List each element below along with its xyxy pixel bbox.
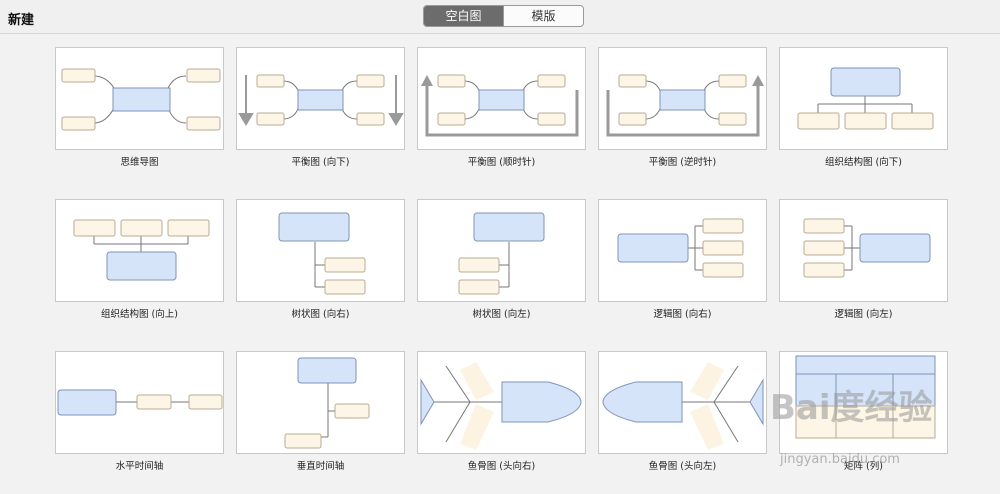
vertical-timeline-icon [284, 357, 370, 449]
template-label: 平衡图 (顺时针) [467, 157, 536, 168]
logic-right-icon [617, 218, 744, 278]
balance-clockwise-thumbnail[interactable] [417, 47, 586, 150]
template-tile[interactable]: 鱼骨图 (头向左) [598, 351, 767, 472]
horizontal-timeline-icon [57, 389, 223, 416]
template-label: 鱼骨图 (头向右) [467, 461, 536, 472]
template-label: 逻辑图 (向左) [834, 309, 893, 320]
page-title: 新建 [8, 13, 35, 28]
template-tile[interactable]: 平衡图 (向下) [236, 47, 405, 168]
header-bar: 新建 空白图 模版 [0, 0, 1000, 34]
fishbone-right-thumbnail[interactable] [417, 351, 586, 454]
template-label: 思维导图 [120, 157, 159, 168]
template-tile[interactable]: 树状图 (向左) [417, 199, 586, 320]
logic-right-thumbnail[interactable] [598, 199, 767, 302]
logic-left-thumbnail[interactable] [779, 199, 948, 302]
tab-blank[interactable]: 空白图 [424, 6, 503, 26]
vertical-timeline-thumbnail[interactable] [236, 351, 405, 454]
org-chart-down-icon [797, 67, 934, 130]
tree-left-thumbnail[interactable] [417, 199, 586, 302]
mode-toggle: 空白图 模版 [423, 5, 584, 27]
org-chart-up-icon [73, 219, 210, 281]
template-tile[interactable]: 平衡图 (顺时针) [417, 47, 586, 168]
logic-left-icon [803, 218, 931, 278]
template-label: 平衡图 (逆时针) [648, 157, 717, 168]
tree-right-thumbnail[interactable] [236, 199, 405, 302]
fishbone-left-thumbnail[interactable] [598, 351, 767, 454]
balance-down-thumbnail[interactable] [236, 47, 405, 150]
template-tile[interactable]: 逻辑图 (向左) [779, 199, 948, 320]
template-label: 平衡图 (向下) [291, 157, 350, 168]
template-label: 矩阵 (列) [844, 461, 883, 472]
template-label: 逻辑图 (向右) [653, 309, 712, 320]
tab-template[interactable]: 模版 [503, 6, 583, 26]
matrix-column-icon [795, 355, 936, 439]
balance-counterclockwise-diagram-icon [606, 74, 764, 137]
template-tile[interactable]: 垂直时间轴 [236, 351, 405, 472]
org-chart-down-thumbnail[interactable] [779, 47, 948, 150]
template-label: 组织结构图 (向上) [101, 309, 178, 320]
template-tile[interactable]: 逻辑图 (向右) [598, 199, 767, 320]
template-label: 鱼骨图 (头向左) [648, 461, 717, 472]
template-tile[interactable]: 平衡图 (逆时针) [598, 47, 767, 168]
template-tile[interactable]: 鱼骨图 (头向右) [417, 351, 586, 472]
horizontal-timeline-thumbnail[interactable] [55, 351, 224, 454]
template-tile[interactable]: 组织结构图 (向上) [55, 199, 224, 320]
mindmap-thumbnail[interactable] [55, 47, 224, 150]
fishbone-left-icon [602, 362, 764, 450]
template-tile[interactable]: 水平时间轴 [55, 351, 224, 472]
template-label: 水平时间轴 [115, 461, 164, 472]
template-label: 组织结构图 (向下) [825, 157, 902, 168]
tree-left-icon [458, 212, 545, 295]
template-label: 垂直时间轴 [296, 461, 345, 472]
template-tile[interactable]: 树状图 (向右) [236, 199, 405, 320]
template-label: 树状图 (向右) [291, 309, 350, 320]
balance-down-diagram-icon [238, 74, 404, 126]
fishbone-right-icon [420, 362, 582, 450]
template-tile[interactable]: 矩阵 (列) [779, 351, 948, 472]
template-tile[interactable]: 组织结构图 (向下) [779, 47, 948, 168]
tree-right-icon [278, 212, 366, 295]
balance-clockwise-diagram-icon [421, 74, 579, 137]
matrix-column-thumbnail[interactable] [779, 351, 948, 454]
template-label: 树状图 (向左) [472, 309, 531, 320]
balance-counterclockwise-thumbnail[interactable] [598, 47, 767, 150]
template-tile[interactable]: 思维导图 [55, 47, 224, 168]
mindmap-diagram-icon [61, 68, 221, 131]
org-chart-up-thumbnail[interactable] [55, 199, 224, 302]
